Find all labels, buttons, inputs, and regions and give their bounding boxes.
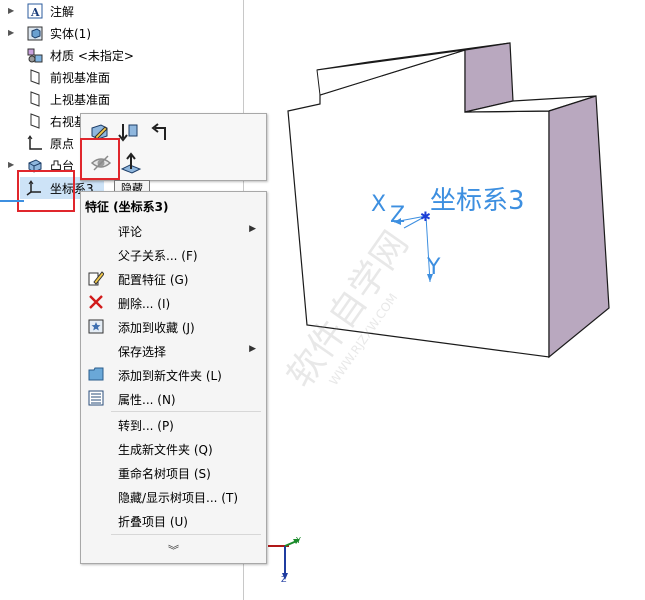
orientation-triad: Y Z <box>268 536 301 584</box>
menu-item-delete[interactable]: 删除... (I) <box>81 291 266 313</box>
origin-icon <box>27 135 42 150</box>
double-chevron-down-icon[interactable]: ︾ <box>168 542 179 558</box>
expand-arrow-icon[interactable]: ▶ <box>8 161 16 169</box>
plane-icon <box>30 113 40 129</box>
axis-y-label: Y <box>426 255 441 280</box>
tree-item-solid-bodies[interactable]: ▶ 实体(1) <box>0 23 243 43</box>
menu-item-save-selection[interactable]: 保存选择 ▶ <box>81 339 266 361</box>
folder-icon <box>88 367 104 381</box>
plane-icon <box>30 69 40 85</box>
tree-item-label: 实体(1) <box>50 27 91 41</box>
coordinate-system-label: 坐标系3 <box>430 186 525 216</box>
svg-text:Y: Y <box>295 536 301 545</box>
menu-item-add-to-new-folder[interactable]: 添加到新文件夹 (L) <box>81 363 266 385</box>
menu-item-go-to[interactable]: 转到... (P) <box>81 413 266 435</box>
tree-item-label: 上视基准面 <box>50 93 111 107</box>
tree-item-label: 注解 <box>50 5 75 19</box>
annotation-icon: A <box>27 3 43 19</box>
submenu-arrow-icon: ▶ <box>249 344 256 354</box>
part-model: 软件自学网 WWW.RJZXW.COM ✱ X Z Y 坐标系3 Y Z <box>268 42 610 584</box>
parent-child-arrow-icon[interactable] <box>147 120 171 144</box>
submenu-arrow-icon: ▶ <box>249 224 256 234</box>
favorites-star-icon <box>88 319 104 334</box>
tree-item-front-plane[interactable]: 前视基准面 <box>0 67 243 87</box>
axis-x-label: X <box>371 192 386 217</box>
delete-x-icon <box>89 295 103 309</box>
menu-item-comment[interactable]: 评论 ▶ <box>81 219 266 241</box>
tree-item-label: 原点 <box>50 137 75 151</box>
menu-header: 特征 (坐标系3) <box>85 200 169 214</box>
menu-item-rename-tree-item[interactable]: 重命名树项目 (S) <box>81 461 266 483</box>
axis-z-label: Z <box>390 203 405 228</box>
menu-separator <box>111 411 261 412</box>
menu-item-hide-show-tree-items[interactable]: 隐藏/显示树项目... (T) <box>81 485 266 507</box>
tree-item-annotations[interactable]: ▶ A 注解 <box>0 1 243 21</box>
menu-item-create-new-folder[interactable]: 生成新文件夹 (Q) <box>81 437 266 459</box>
properties-list-icon <box>88 390 104 406</box>
menu-item-collapse-items[interactable]: 折叠项目 (U) <box>81 509 266 531</box>
svg-text:A: A <box>30 6 40 19</box>
graphics-viewport[interactable]: 软件自学网 WWW.RJZXW.COM ✱ X Z Y 坐标系3 Y Z <box>244 0 645 600</box>
highlight-box-tree-item <box>17 170 75 212</box>
selection-indicator-line <box>0 200 24 202</box>
menu-item-add-to-favorites[interactable]: 添加到收藏 (J) <box>81 315 266 337</box>
expand-arrow-icon[interactable]: ▶ <box>8 7 16 15</box>
expand-arrow-icon[interactable]: ▶ <box>8 29 16 37</box>
rollback-icon[interactable] <box>117 120 141 144</box>
svg-text:Z: Z <box>281 575 287 584</box>
context-menu: 特征 (坐标系3) 评论 ▶ 父子关系... (F) 配置特征 (G) 删除..… <box>80 191 267 564</box>
menu-separator <box>111 534 261 535</box>
plane-icon <box>30 91 40 107</box>
tree-item-label: 前视基准面 <box>50 71 111 85</box>
normal-to-icon[interactable] <box>119 151 143 175</box>
configure-feature-icon <box>88 271 104 286</box>
tree-item-material[interactable]: 材质 <未指定> <box>0 45 243 65</box>
highlight-box-hide-button <box>80 138 120 180</box>
solid-bodies-folder-icon <box>27 26 43 41</box>
tree-item-label: 材质 <未指定> <box>50 49 134 63</box>
menu-item-properties[interactable]: 属性... (N) <box>81 387 266 409</box>
menu-item-parent-child[interactable]: 父子关系... (F) <box>81 243 266 265</box>
part-right-side-face <box>548 95 610 359</box>
menu-item-configure-feature[interactable]: 配置特征 (G) <box>81 267 266 289</box>
tree-item-top-plane[interactable]: 上视基准面 <box>0 89 243 109</box>
material-icon <box>27 48 43 63</box>
part-upper-side-face <box>464 42 514 113</box>
